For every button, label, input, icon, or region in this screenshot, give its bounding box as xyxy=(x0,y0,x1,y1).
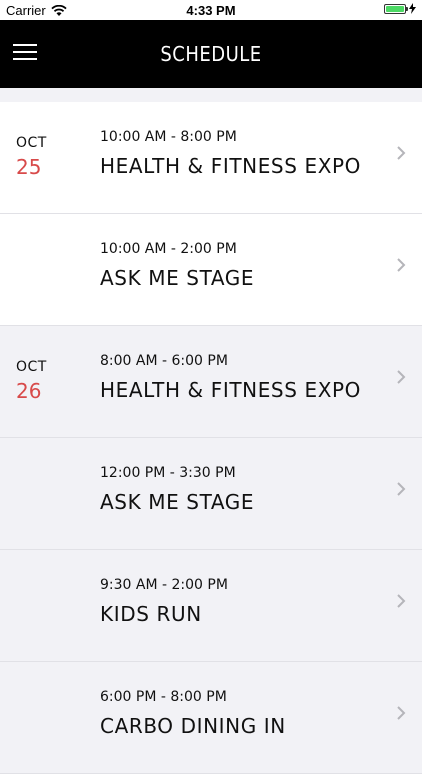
chevron-right-icon xyxy=(397,706,406,720)
battery-level xyxy=(386,5,404,12)
chevron-right-icon xyxy=(397,482,406,496)
event-time: 6:00 PM - 8:00 PM xyxy=(100,689,227,705)
date-month: OCT xyxy=(16,135,47,151)
hamburger-icon-line xyxy=(13,58,37,60)
date-day: 26 xyxy=(16,379,42,403)
chevron-right-icon xyxy=(397,146,406,160)
event-name: KIDS RUN xyxy=(100,602,202,626)
chevron-right-icon xyxy=(397,370,406,384)
event-name: HEALTH & FITNESS EXPO xyxy=(100,154,362,178)
battery-cap xyxy=(406,6,408,11)
date-block: OCT 25 xyxy=(16,135,66,179)
event-row[interactable]: 12:00 PM - 3:30 PM ASK ME STAGE xyxy=(0,438,422,550)
event-row[interactable]: 10:00 AM - 2:00 PM ASK ME STAGE xyxy=(0,214,422,326)
battery-icon xyxy=(384,3,408,14)
event-time: 10:00 AM - 2:00 PM xyxy=(100,241,237,257)
event-row[interactable]: OCT 26 8:00 AM - 6:00 PM HEALTH & FITNES… xyxy=(0,326,422,438)
event-time: 12:00 PM - 3:30 PM xyxy=(100,465,236,481)
event-time: 9:30 AM - 2:00 PM xyxy=(100,577,228,593)
event-name: ASK ME STAGE xyxy=(100,266,255,290)
page-title: SCHEDULE xyxy=(160,42,262,66)
chevron-right-icon xyxy=(397,258,406,272)
nav-bar: SCHEDULE xyxy=(0,20,422,88)
date-day: 25 xyxy=(16,155,42,179)
charging-bolt-icon xyxy=(409,3,416,14)
list-top-spacer xyxy=(0,88,422,102)
event-row[interactable]: 6:00 PM - 8:00 PM CARBO DINING IN xyxy=(0,662,422,774)
status-right xyxy=(384,3,416,14)
event-row[interactable]: 9:30 AM - 2:00 PM KIDS RUN xyxy=(0,550,422,662)
status-bar: Carrier 4:33 PM xyxy=(0,0,422,20)
event-time: 10:00 AM - 8:00 PM xyxy=(100,129,237,145)
chevron-right-icon xyxy=(397,594,406,608)
menu-button[interactable] xyxy=(13,44,37,64)
hamburger-icon-line xyxy=(13,51,37,53)
date-block: OCT 26 xyxy=(16,359,66,403)
hamburger-icon-line xyxy=(13,44,37,46)
event-time: 8:00 AM - 6:00 PM xyxy=(100,353,228,369)
event-row[interactable]: OCT 25 10:00 AM - 8:00 PM HEALTH & FITNE… xyxy=(0,102,422,214)
schedule-list: OCT 25 10:00 AM - 8:00 PM HEALTH & FITNE… xyxy=(0,102,422,774)
event-name: HEALTH & FITNESS EXPO xyxy=(100,378,362,402)
event-name: CARBO DINING IN xyxy=(100,714,286,738)
status-time: 4:33 PM xyxy=(186,3,236,18)
event-name: ASK ME STAGE xyxy=(100,490,255,514)
date-month: OCT xyxy=(16,359,47,375)
